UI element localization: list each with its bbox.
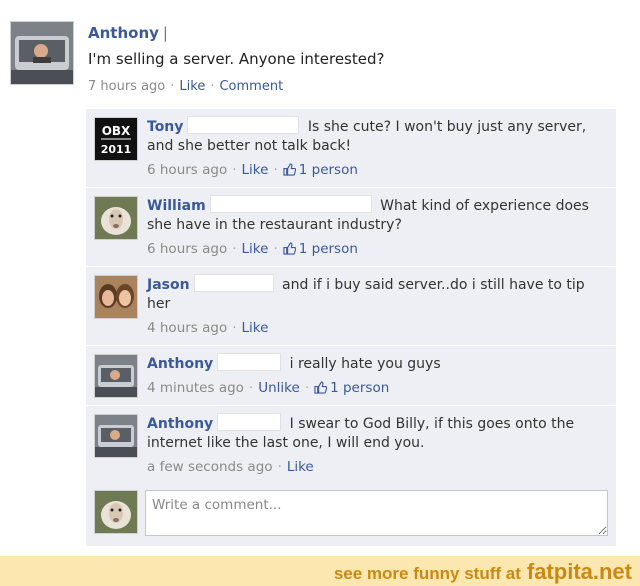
commenter-avatar[interactable] — [94, 354, 138, 398]
comment-like-link[interactable]: Like — [287, 459, 314, 475]
comment-likes-label: 1 person — [298, 162, 358, 178]
two-people-photo-image — [95, 276, 137, 318]
comment-timestamp: 6 hours ago — [147, 241, 228, 257]
redacted-surname-box — [209, 195, 372, 213]
comment-meta: a few seconds ago · Like — [147, 459, 314, 475]
thumbs-up-icon — [283, 163, 296, 176]
comment-likes-label: 1 person — [330, 380, 390, 396]
comment-body: Anthony i really hate you guys 4 minutes… — [147, 353, 604, 398]
comment-meta: 4 hours ago · Like — [147, 320, 269, 336]
comment-unlike-link[interactable]: Unlike — [258, 380, 300, 396]
post-comment-link[interactable]: Comment — [219, 79, 283, 94]
redacted-surname-box — [193, 274, 274, 292]
comment-item: Anthony I swear to God Billy, if this go… — [86, 406, 616, 485]
comment-likes-count[interactable]: 1 person — [283, 241, 358, 257]
comment-likes-label: 1 person — [298, 241, 358, 257]
commenter-name[interactable]: Anthony — [147, 416, 213, 432]
comment-body: Tony Is she cute? I won't buy just any s… — [147, 116, 604, 180]
obx-2011-badge-image: OBX 2011 — [95, 118, 137, 160]
car-photo-image — [11, 22, 73, 84]
post-text: I'm selling a server. Anyone interested? — [88, 50, 385, 68]
comment-meta: 6 hours ago · Like · 1 person — [147, 162, 358, 178]
write-comment-input[interactable] — [145, 490, 608, 536]
text-cursor: | — [162, 24, 168, 42]
comment-meta: 4 minutes ago · Unlike · 1 person — [147, 380, 390, 396]
redacted-surname-box — [187, 116, 300, 134]
comment-timestamp: a few seconds ago — [147, 459, 273, 475]
thumbs-up-icon — [314, 381, 328, 394]
post-author-name[interactable]: Anthony | — [88, 24, 168, 42]
car-photo-image — [95, 415, 137, 457]
comment-meta: 6 hours ago · Like · 1 person — [147, 241, 358, 257]
commenter-name[interactable]: Jason — [147, 277, 190, 293]
commenter-avatar[interactable] — [94, 196, 138, 240]
car-photo-image — [95, 355, 137, 397]
svg-text:OBX: OBX — [102, 124, 131, 138]
comment-timestamp: 4 hours ago — [147, 320, 228, 336]
commenter-name[interactable]: Tony — [147, 119, 183, 135]
watermark-tagline: see more funny stuff at — [333, 564, 521, 583]
post-like-link[interactable]: Like — [179, 79, 205, 94]
comment-item: Jason and if i buy said server..do i sti… — [86, 267, 616, 346]
comment-text: i really hate you guys — [289, 356, 441, 372]
watermark-banner: see more funny stuff at fatpita.net — [0, 556, 640, 586]
sheep-photo-image — [95, 197, 137, 239]
comment-item: Anthony i really hate you guys 4 minutes… — [86, 346, 616, 406]
post-meta: 7 hours ago · Like · Comment — [88, 79, 284, 94]
comment-likes-count[interactable]: 1 person — [283, 162, 358, 178]
comment-body: Jason and if i buy said server..do i sti… — [147, 274, 604, 338]
thumbs-up-icon — [283, 242, 296, 255]
comment-like-link[interactable]: Like — [242, 320, 269, 336]
post-author-link[interactable]: Anthony — [88, 24, 159, 42]
current-user-avatar[interactable] — [94, 490, 138, 534]
facebook-post: Anthony | I'm selling a server. Anyone in… — [0, 0, 640, 586]
write-comment-area — [86, 482, 616, 546]
comment-body: Anthony I swear to God Billy, if this go… — [147, 413, 604, 477]
sheep-photo-image — [95, 491, 137, 533]
watermark-site: fatpita.net — [526, 559, 632, 584]
watermark-text: see more funny stuff at fatpita.net — [334, 559, 632, 585]
comment-item: OBX 2011 Tony Is she cute? I won't buy j… — [86, 109, 616, 188]
comment-like-link[interactable]: Like — [242, 162, 269, 178]
comment-body: William What kind of experience does she… — [147, 195, 604, 259]
commenter-avatar[interactable] — [94, 275, 138, 319]
svg-text:2011: 2011 — [101, 143, 132, 156]
commenter-name[interactable]: Anthony — [147, 356, 213, 372]
redacted-surname-box — [217, 353, 282, 371]
comment-timestamp: 6 hours ago — [147, 162, 228, 178]
comment-timestamp: 4 minutes ago — [147, 380, 244, 396]
comment-item: William What kind of experience does she… — [86, 188, 616, 267]
commenter-avatar[interactable]: OBX 2011 — [94, 117, 138, 161]
redacted-surname-box — [217, 413, 282, 431]
comment-likes-count[interactable]: 1 person — [314, 380, 389, 396]
post-timestamp: 7 hours ago — [88, 79, 166, 94]
commenter-name[interactable]: William — [147, 198, 206, 214]
commenter-avatar[interactable] — [94, 414, 138, 458]
comment-like-link[interactable]: Like — [242, 241, 269, 257]
post-author-avatar[interactable] — [10, 21, 74, 85]
